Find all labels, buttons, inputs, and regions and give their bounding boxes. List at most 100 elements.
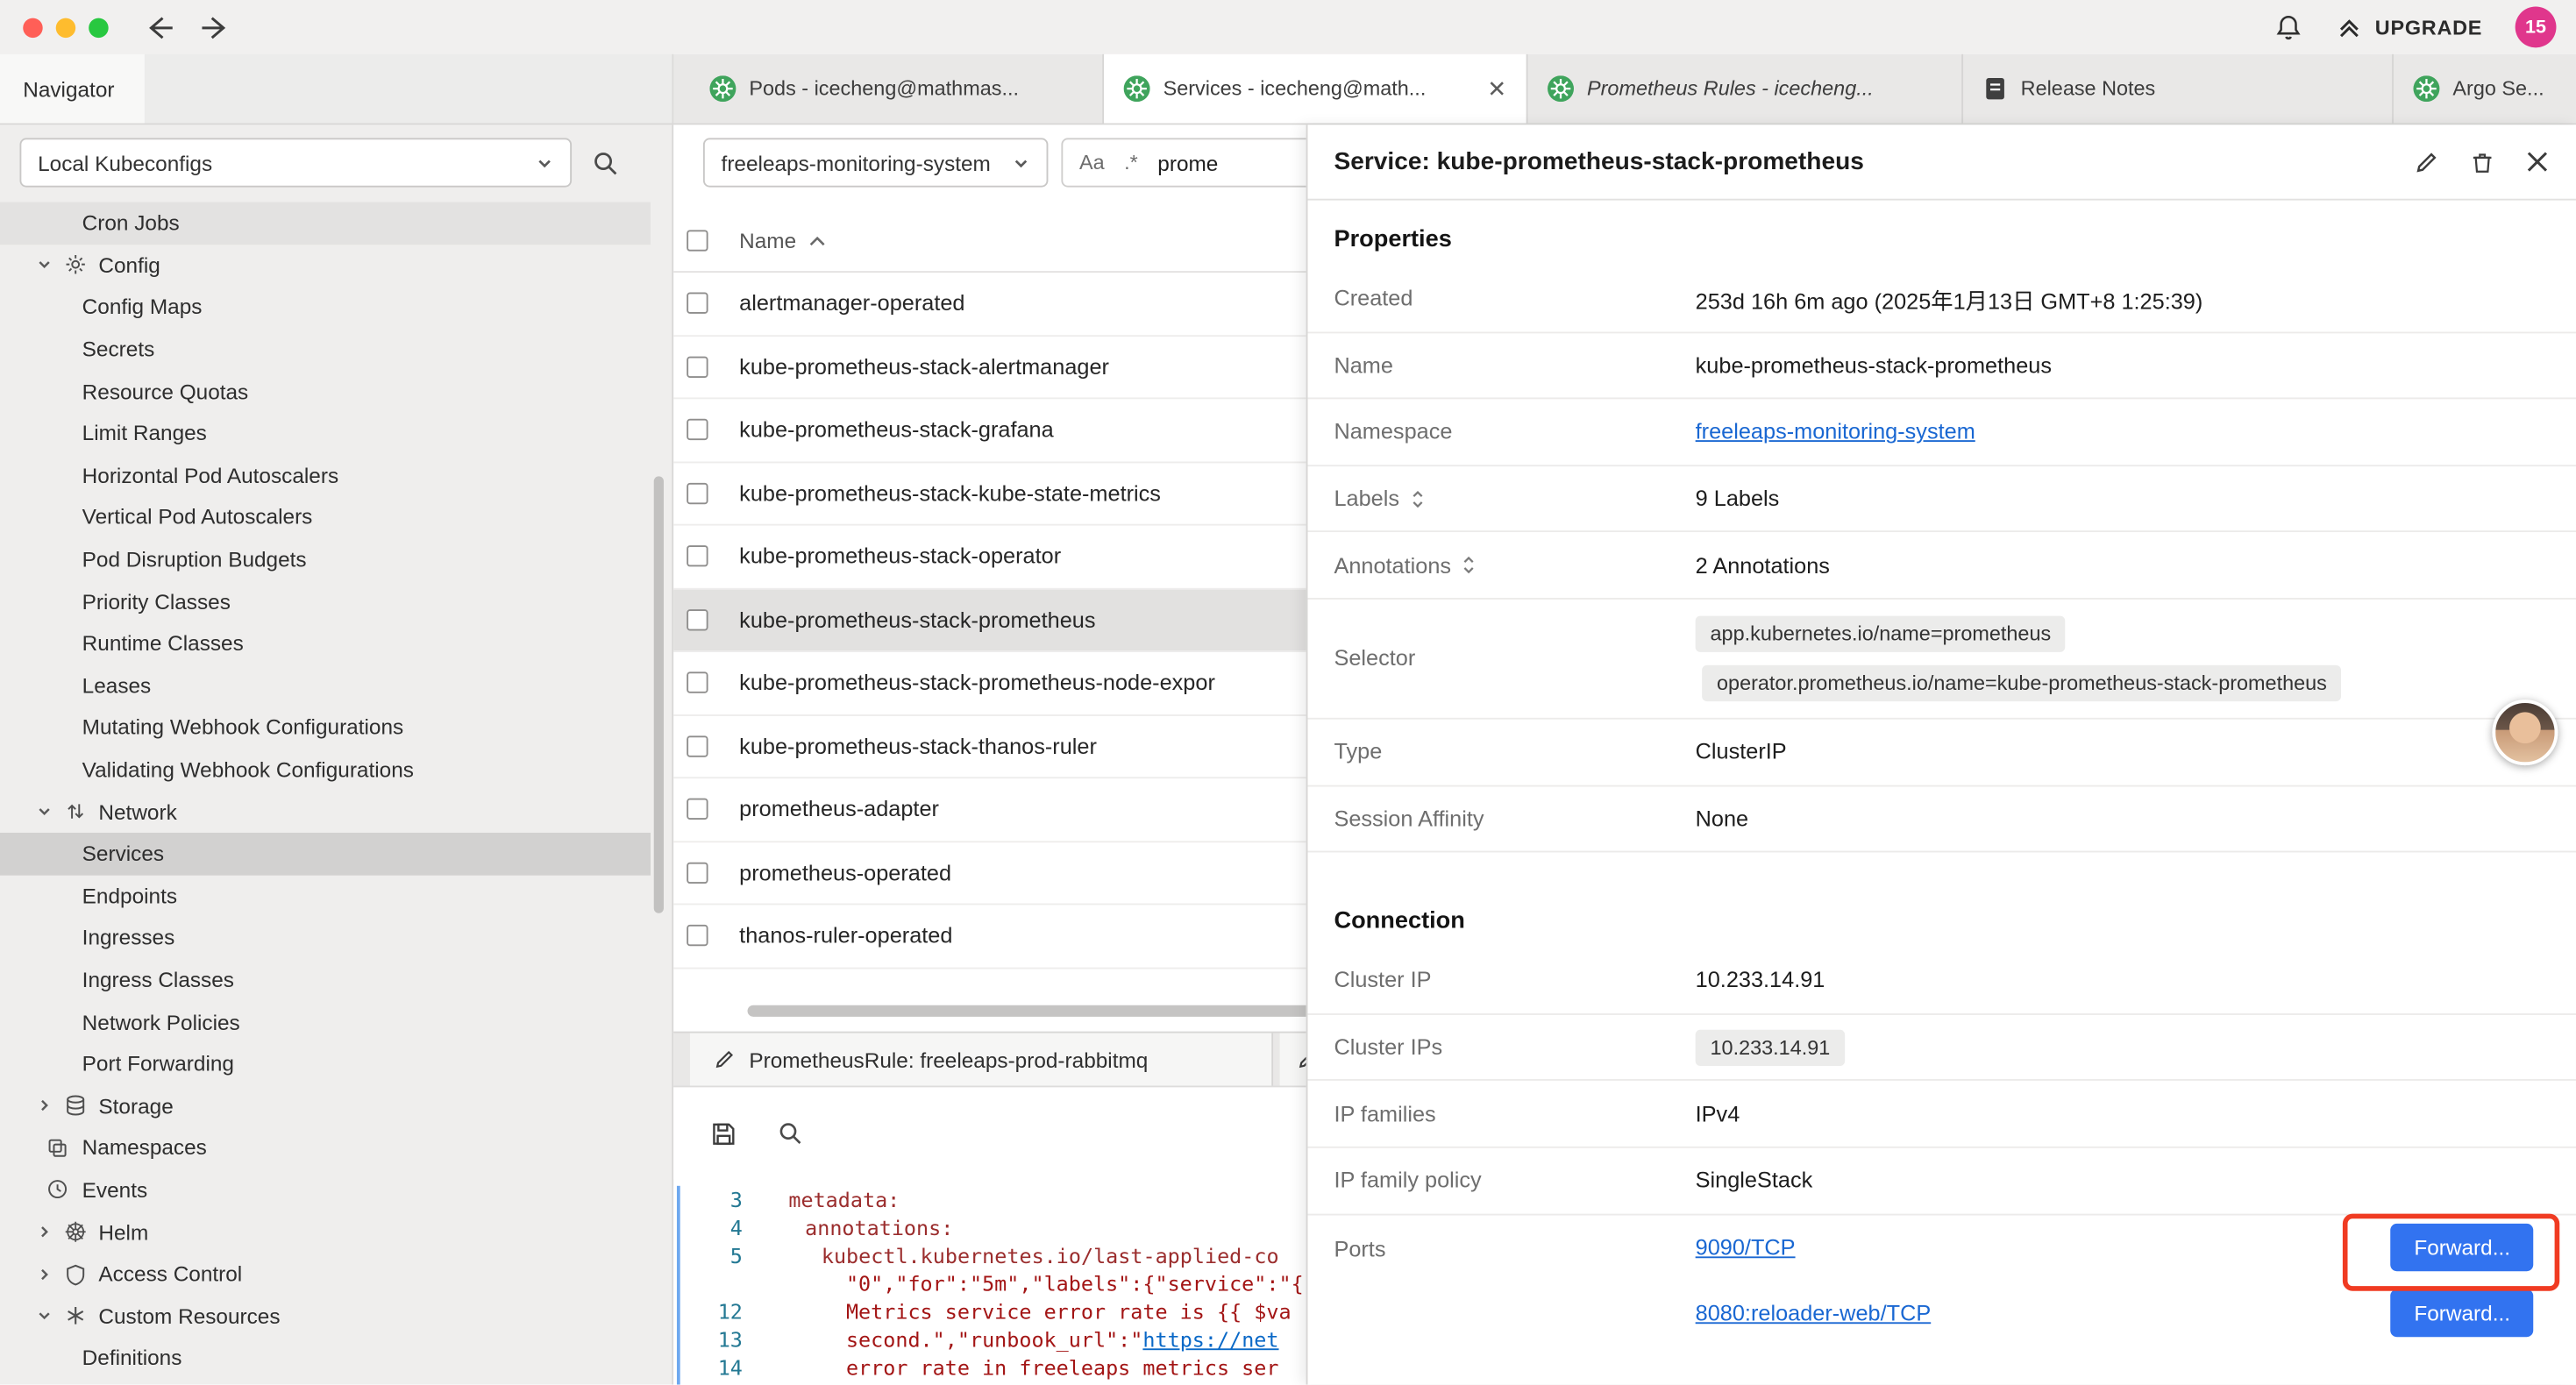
namespace-link[interactable]: freeleaps-monitoring-system [1696,420,1975,444]
sidebar-item-leases[interactable]: Leases [0,664,651,707]
sidebar-item-custom-resources[interactable]: Custom Resources [0,1295,651,1337]
notification-count: 15 [2525,18,2546,37]
port-link[interactable]: 9090/TCP [1696,1235,1796,1260]
row-checkbox[interactable] [687,925,708,946]
row-checkbox[interactable] [687,672,708,693]
sidebar-item-port-forwarding[interactable]: Port Forwarding [0,1043,651,1085]
sidebar-item-mutating-webhook-configurations[interactable]: Mutating Webhook Configurations [0,707,651,749]
navigator-tab[interactable]: Navigator [0,54,145,124]
property-label: Type [1334,740,1695,764]
back-arrow-icon[interactable] [145,14,174,40]
sidebar-item-secrets[interactable]: Secrets [0,328,651,370]
sidebar-item-network[interactable]: Network [0,791,651,833]
tab-release-notes[interactable]: Release Notes [1963,54,2394,124]
sidebar-item-runtime-classes[interactable]: Runtime Classes [0,622,651,664]
name-column-header[interactable]: Name [739,228,826,252]
minimize-window-button[interactable] [56,18,75,37]
delete-icon[interactable] [2469,149,2495,175]
chevron-right-icon[interactable] [36,1266,53,1282]
upgrade-button[interactable]: UPGRADE [2336,16,2482,39]
tab-prometheus-rules[interactable]: Prometheus Rules - icecheng... [1528,54,1964,124]
tab-pods[interactable]: Pods - icecheng@mathmas... [690,54,1104,124]
sidebar-item-namespaces[interactable]: Namespaces [0,1126,651,1168]
chevron-right-icon[interactable] [36,1224,53,1240]
sidebar-item-definitions[interactable]: Definitions [0,1337,651,1379]
sidebar-scrollbar[interactable] [654,476,664,913]
row-checkbox[interactable] [687,293,708,314]
close-icon[interactable] [2525,150,2550,174]
sidebar-item-priority-classes[interactable]: Priority Classes [0,580,651,622]
tab-services[interactable]: Services - icecheng@math... ✕ [1104,54,1527,124]
sidebar-item-horizontal-pod-autoscalers[interactable]: Horizontal Pod Autoscalers [0,454,651,496]
kubeconfig-selector[interactable]: Local Kubeconfigs [19,138,572,187]
sidebar-item-ingresses[interactable]: Ingresses [0,917,651,959]
chevron-right-icon[interactable] [36,1097,53,1114]
search-icon[interactable] [592,149,620,177]
row-checkbox[interactable] [687,546,708,567]
sidebar-item-label: Config Maps [82,295,203,319]
unfold-icon[interactable] [1461,556,1477,575]
selector-badge[interactable]: app.kubernetes.io/name=prometheus [1696,616,2066,652]
sidebar-item-network-policies[interactable]: Network Policies [0,1001,651,1043]
sidebar-item-pod-disruption-budgets[interactable]: Pod Disruption Budgets [0,538,651,580]
search-icon[interactable] [777,1120,803,1147]
forward-button[interactable]: Forward... [2391,1289,2533,1337]
selector-badge[interactable]: operator.prometheus.io/name=kube-prometh… [1702,665,2342,701]
forward-arrow-icon[interactable] [201,14,231,40]
sidebar-item-validating-webhook-configurations[interactable]: Validating Webhook Configurations [0,749,651,791]
name-header-label: Name [739,228,796,252]
edit-icon[interactable] [2413,149,2439,175]
regex-toggle[interactable]: .* [1124,151,1138,174]
tab-bar: Navigator Pods - icecheng@mathmas... Ser… [0,54,2576,125]
row-checkbox[interactable] [687,609,708,630]
row-checkbox[interactable] [687,419,708,440]
sidebar-item-resource-quotas[interactable]: Resource Quotas [0,370,651,412]
sidebar-item-label: Mutating Webhook Configurations [82,715,404,740]
close-window-button[interactable] [23,18,42,37]
notification-count-badge[interactable]: 15 [2516,6,2557,47]
tab-close-icon[interactable]: ✕ [1487,77,1506,100]
property-label[interactable]: Labels [1334,487,1695,511]
chevron-down-icon[interactable] [36,257,53,273]
sidebar-item-limit-ranges[interactable]: Limit Ranges [0,412,651,454]
sidebar-item-helm[interactable]: Helm [0,1211,651,1253]
sidebar-item-services[interactable]: Services [0,833,651,875]
row-checkbox[interactable] [687,356,708,377]
cluster-ip-badge[interactable]: 10.233.14.91 [1696,1029,1846,1065]
property-row-namespace: Namespace freeleaps-monitoring-system [1307,400,2575,466]
sidebar-item-endpoints[interactable]: Endpoints [0,875,651,917]
sidebar-item-label: Runtime Classes [82,631,244,656]
sidebar-item-cron-jobs[interactable]: Cron Jobs [0,202,651,244]
sidebar-item-vertical-pod-autoscalers[interactable]: Vertical Pod Autoscalers [0,496,651,538]
row-checkbox[interactable] [687,799,708,820]
sidebar-item-events[interactable]: Events [0,1168,651,1211]
match-case-toggle[interactable]: Aa [1079,151,1105,174]
maximize-window-button[interactable] [89,18,108,37]
sidebar-item-label: Ingress Classes [82,968,234,992]
avatar[interactable] [2492,700,2558,765]
sidebar-item-access-control[interactable]: Access Control [0,1253,651,1295]
bell-icon[interactable] [2274,12,2303,42]
row-checkbox[interactable] [687,482,708,503]
tab-argo[interactable]: Argo Se... [2394,54,2576,124]
row-checkbox[interactable] [687,862,708,883]
forward-button[interactable]: Forward... [2391,1224,2533,1271]
chevron-down-icon[interactable] [36,803,53,820]
chevron-down-icon[interactable] [36,1308,53,1325]
sidebar-item-label: Cron Jobs [82,210,180,235]
select-all-checkbox[interactable] [687,230,708,251]
sidebar-item-ingress-classes[interactable]: Ingress Classes [0,959,651,1001]
row-checkbox[interactable] [687,735,708,756]
sidebar-item-storage[interactable]: Storage [0,1085,651,1127]
sidebar-item-config-maps[interactable]: Config Maps [0,286,651,328]
port-link[interactable]: 8080:reloader-web/TCP [1696,1301,1932,1325]
save-icon[interactable] [709,1119,737,1147]
property-label[interactable]: Annotations [1334,553,1695,578]
property-value: None [1696,806,1748,831]
sidebar-item-config[interactable]: Config [0,244,651,286]
namespace-filter-select[interactable]: freeleaps-monitoring-system [703,138,1048,187]
service-name: kube-prometheus-stack-operator [739,544,1061,569]
dock-tab-prometheusrule[interactable]: PrometheusRule: freeleaps-prod-rabbitmq [690,1033,1273,1086]
unfold-icon[interactable] [1409,489,1426,508]
connection-row-ip-family-policy: IP family policy SingleStack [1307,1148,2575,1215]
